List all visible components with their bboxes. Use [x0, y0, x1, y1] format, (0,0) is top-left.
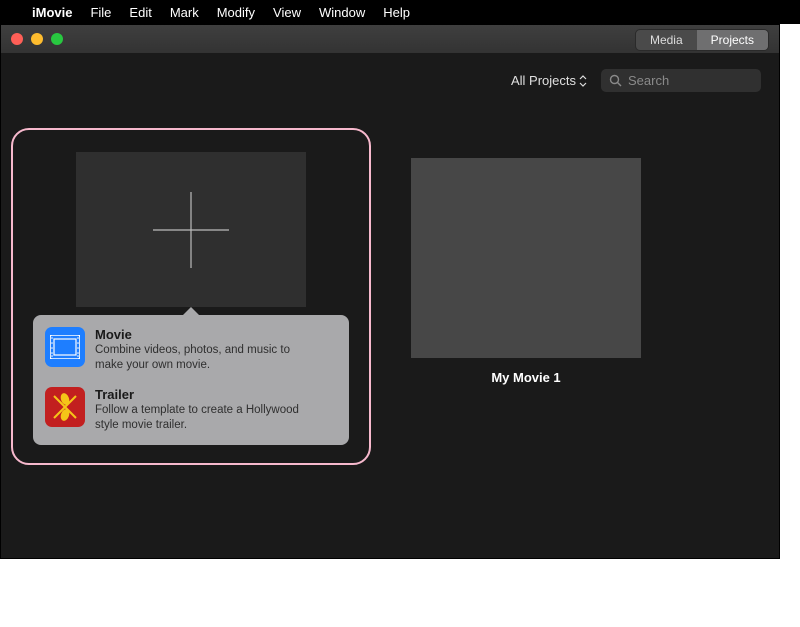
system-menubar: iMovie File Edit Mark Modify View Window…: [0, 0, 800, 24]
create-new-button[interactable]: [76, 152, 306, 307]
imovie-window: Media Projects All Projects: [0, 24, 780, 559]
search-box[interactable]: [601, 69, 761, 92]
menu-window[interactable]: Window: [319, 5, 365, 20]
projects-grid: Movie Combine videos, photos, and music …: [1, 108, 779, 558]
create-popover: Movie Combine videos, photos, and music …: [33, 315, 349, 445]
window-titlebar: Media Projects: [1, 25, 779, 53]
menu-help[interactable]: Help: [383, 5, 410, 20]
tab-media[interactable]: Media: [636, 30, 697, 50]
menu-view[interactable]: View: [273, 5, 301, 20]
popover-item-movie[interactable]: Movie Combine videos, photos, and music …: [45, 327, 337, 373]
zoom-icon[interactable]: [51, 33, 63, 45]
minimize-icon[interactable]: [31, 33, 43, 45]
project-thumbnail[interactable]: [411, 158, 641, 358]
traffic-lights: [11, 33, 63, 45]
movie-icon: [45, 327, 85, 367]
project-title: My Movie 1: [411, 370, 641, 385]
menu-modify[interactable]: Modify: [217, 5, 255, 20]
projects-filter-label: All Projects: [511, 73, 576, 88]
tab-projects[interactable]: Projects: [697, 30, 768, 50]
popover-item-trailer[interactable]: Trailer Follow a template to create a Ho…: [45, 387, 337, 433]
toolbar: All Projects: [1, 53, 779, 108]
menu-file[interactable]: File: [90, 5, 111, 20]
view-segment: Media Projects: [635, 29, 769, 51]
menu-mark[interactable]: Mark: [170, 5, 199, 20]
search-input[interactable]: [628, 73, 753, 88]
chevron-updown-icon: [579, 75, 587, 87]
project-item[interactable]: My Movie 1: [411, 158, 641, 385]
search-icon: [609, 74, 622, 87]
popover-trailer-desc: Follow a template to create a Hollywood …: [95, 403, 315, 433]
popover-caret-icon: [181, 307, 201, 317]
app-menu[interactable]: iMovie: [32, 5, 72, 20]
menu-edit[interactable]: Edit: [129, 5, 151, 20]
plus-icon: [150, 189, 232, 271]
annotation-highlight: Movie Combine videos, photos, and music …: [11, 128, 371, 465]
popover-movie-title: Movie: [95, 327, 315, 342]
close-icon[interactable]: [11, 33, 23, 45]
popover-trailer-title: Trailer: [95, 387, 315, 402]
projects-filter-dropdown[interactable]: All Projects: [511, 73, 587, 88]
trailer-icon: [45, 387, 85, 427]
popover-movie-desc: Combine videos, photos, and music to mak…: [95, 343, 315, 373]
